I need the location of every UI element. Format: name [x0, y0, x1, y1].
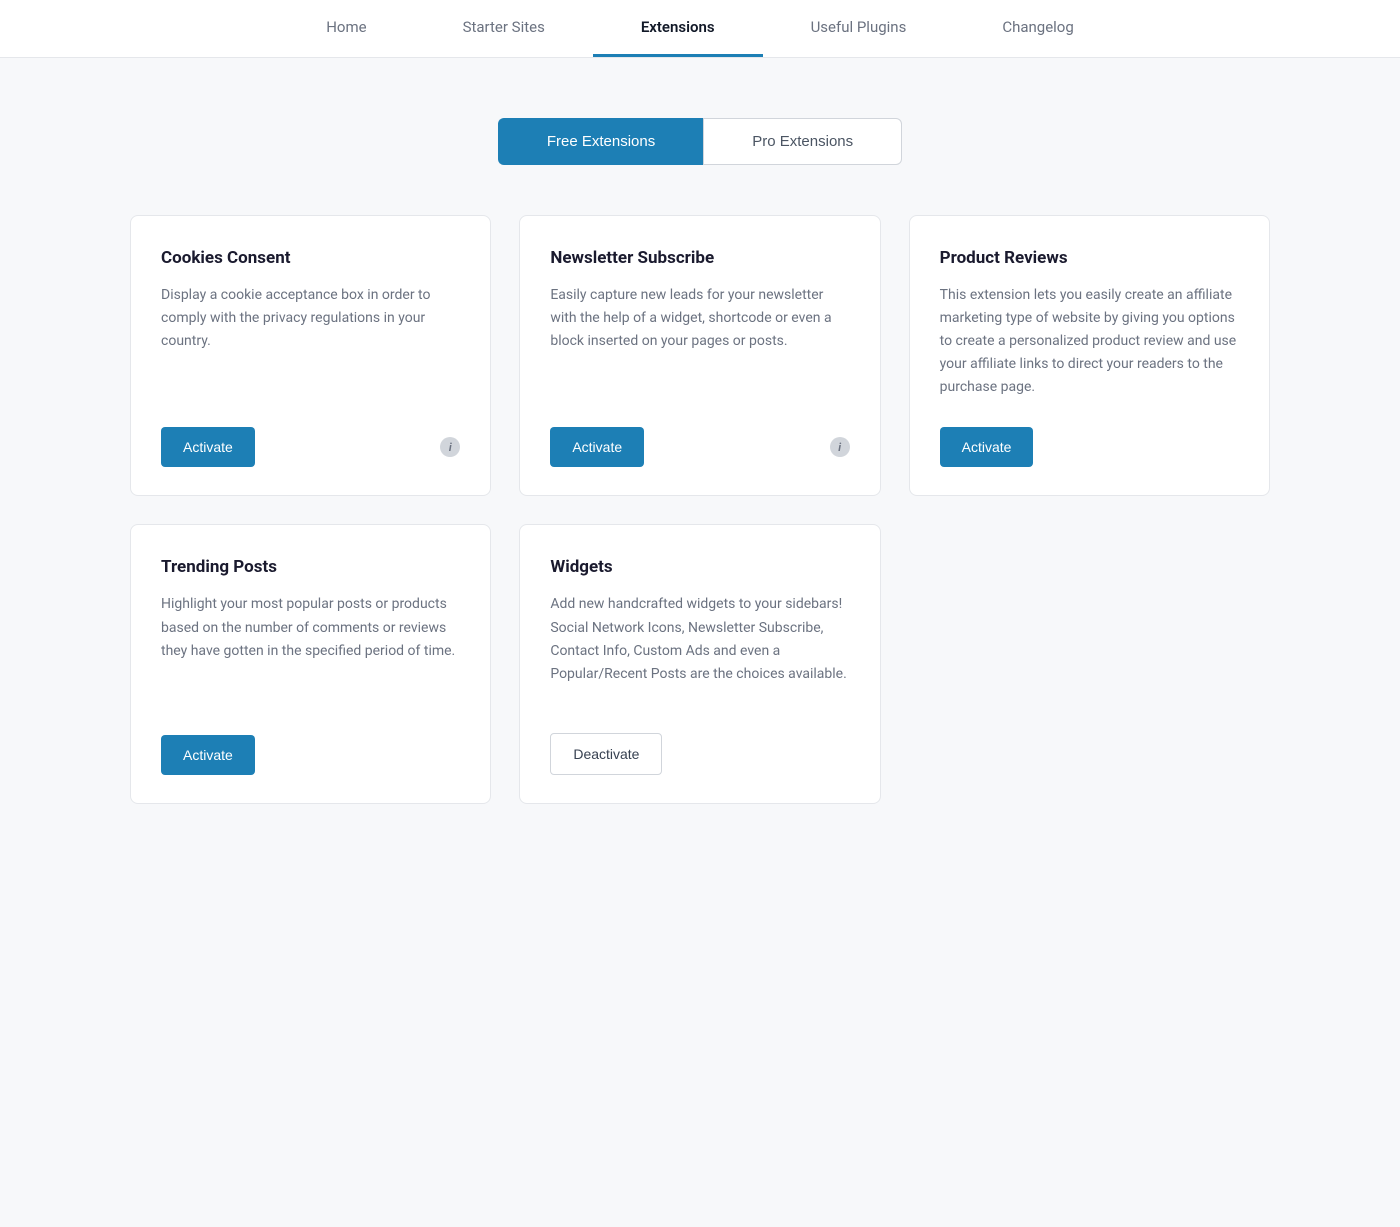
activate-button[interactable]: Activate [550, 427, 644, 467]
nav-starter-sites[interactable]: Starter Sites [415, 0, 593, 57]
card-title: Trending Posts [161, 557, 460, 577]
card-title: Newsletter Subscribe [550, 248, 849, 268]
card-description: This extension lets you easily create an… [940, 284, 1239, 399]
card-trending-posts: Trending Posts Highlight your most popul… [130, 524, 491, 804]
card-description: Add new handcrafted widgets to your side… [550, 593, 849, 705]
nav-useful-plugins[interactable]: Useful Plugins [763, 0, 955, 57]
activate-button[interactable]: Activate [940, 427, 1034, 467]
card-cookies-consent: Cookies Consent Display a cookie accepta… [130, 215, 491, 496]
card-description: Highlight your most popular posts or pro… [161, 593, 460, 707]
card-title: Product Reviews [940, 248, 1239, 268]
nav-changelog[interactable]: Changelog [954, 0, 1121, 57]
card-footer: Activate [940, 427, 1239, 467]
card-footer: Activate [161, 735, 460, 775]
activate-button[interactable]: Activate [161, 735, 255, 775]
deactivate-button[interactable]: Deactivate [550, 733, 662, 775]
extensions-grid-row2: Trending Posts Highlight your most popul… [130, 524, 1270, 804]
card-title: Cookies Consent [161, 248, 460, 268]
info-icon[interactable]: i [830, 437, 850, 457]
card-widgets: Widgets Add new handcrafted widgets to y… [519, 524, 880, 804]
info-icon[interactable]: i [440, 437, 460, 457]
tab-free-extensions[interactable]: Free Extensions [498, 118, 703, 165]
card-footer: Deactivate [550, 733, 849, 775]
nav-extensions[interactable]: Extensions [593, 0, 763, 57]
main-nav: Home Starter Sites Extensions Useful Plu… [0, 0, 1400, 58]
tab-switcher: Free Extensions Pro Extensions [130, 118, 1270, 165]
nav-home[interactable]: Home [278, 0, 414, 57]
tab-pro-extensions[interactable]: Pro Extensions [703, 118, 902, 165]
card-footer: Activate i [161, 427, 460, 467]
card-title: Widgets [550, 557, 849, 577]
activate-button[interactable]: Activate [161, 427, 255, 467]
card-product-reviews: Product Reviews This extension lets you … [909, 215, 1270, 496]
card-description: Display a cookie acceptance box in order… [161, 284, 460, 399]
card-description: Easily capture new leads for your newsle… [550, 284, 849, 399]
page-content: Free Extensions Pro Extensions Cookies C… [110, 58, 1290, 844]
extensions-grid-row1: Cookies Consent Display a cookie accepta… [130, 215, 1270, 496]
card-footer: Activate i [550, 427, 849, 467]
card-newsletter-subscribe: Newsletter Subscribe Easily capture new … [519, 215, 880, 496]
